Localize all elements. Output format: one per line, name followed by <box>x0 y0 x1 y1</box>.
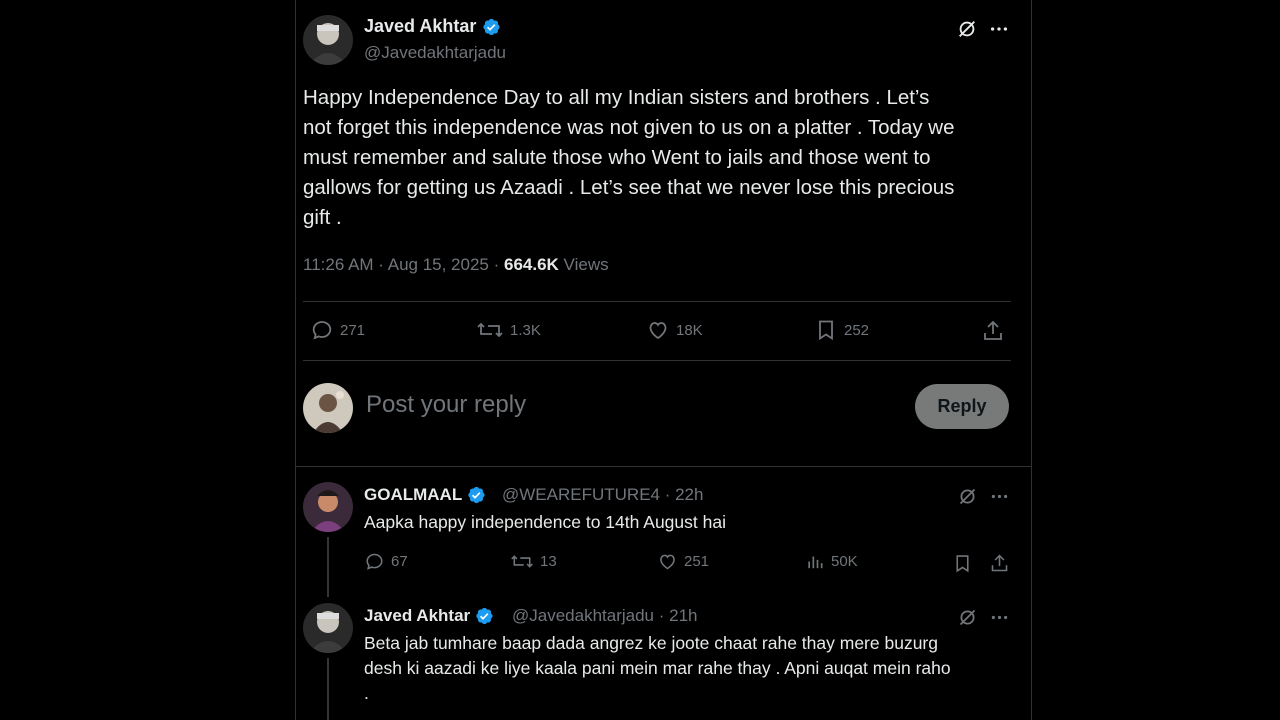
more-icon[interactable] <box>987 17 1011 41</box>
current-user-avatar[interactable] <box>303 383 353 433</box>
reply-author-avatar[interactable] <box>303 482 353 532</box>
like-action[interactable]: 251 <box>657 551 709 572</box>
divider <box>303 301 1011 302</box>
like-count: 251 <box>684 553 710 570</box>
reply-button[interactable]: Reply <box>915 384 1009 429</box>
bookmark-action[interactable]: 252 <box>814 318 869 342</box>
bookmark-icon <box>819 320 833 341</box>
views-action[interactable]: 50K <box>805 551 858 572</box>
tweet-text-line: not forget this independence was not giv… <box>303 116 955 139</box>
verified-badge-icon <box>468 486 485 504</box>
reply-author-name-text: GOALMAAL <box>364 485 463 504</box>
repost-action[interactable]: 13 <box>510 551 557 572</box>
repost-icon <box>477 322 503 338</box>
views-icon <box>808 556 823 569</box>
reply-action[interactable]: 67 <box>364 551 408 572</box>
repost-icon <box>511 555 533 568</box>
reply-author-name[interactable]: Javed Akhtar <box>364 606 494 626</box>
tweet-meta: 11:26 AM · Aug 15, 2025 · 664.6K Views <box>303 255 609 275</box>
more-icon[interactable] <box>987 605 1011 629</box>
share-icon[interactable] <box>987 551 1011 575</box>
tweet-text-line: gift . <box>303 206 342 229</box>
reply-text-line: Beta jab tumhare baap dada angrez ke joo… <box>364 633 938 653</box>
reply-text: Aapka happy independence to 14th August … <box>364 510 726 535</box>
author-avatar[interactable] <box>303 15 353 65</box>
like-icon <box>660 554 675 570</box>
reply-text-line: Aapka happy independence to 14th August … <box>364 512 726 532</box>
tweet-text: Happy Independence Day to all my Indian … <box>303 83 1013 233</box>
views-count: 664.6K <box>504 255 559 274</box>
divider <box>303 360 1011 361</box>
divider <box>296 466 1031 467</box>
grok-icon[interactable] <box>955 484 979 508</box>
verified-badge-icon <box>483 18 500 35</box>
reply-count: 67 <box>391 553 408 570</box>
views-label: Views <box>558 255 609 274</box>
author-name[interactable]: Javed Akhtar <box>364 16 501 37</box>
like-count: 18K <box>676 321 703 339</box>
like-icon <box>649 322 667 340</box>
like-action[interactable]: 18K <box>646 318 703 342</box>
reply-author-avatar[interactable] <box>303 603 353 653</box>
bookmark-icon[interactable] <box>950 551 974 575</box>
bookmark-count: 252 <box>844 321 870 339</box>
author-name-text: Javed Akhtar <box>364 16 477 36</box>
thread-line <box>327 658 329 720</box>
thread-line <box>327 537 329 597</box>
reply-text-line: desh ki aazadi ke liye kaala pani mein m… <box>364 658 951 678</box>
repost-count: 13 <box>540 553 557 570</box>
repost-action[interactable]: 1.3K <box>476 318 541 342</box>
reply-author-meta[interactable]: @WEAREFUTURE4 · 22h <box>502 485 703 505</box>
reply-author-name[interactable]: GOALMAAL <box>364 485 486 505</box>
reply-author-meta[interactable]: @Javedakhtarjadu · 21h <box>512 606 697 626</box>
share-icon[interactable] <box>980 318 1006 344</box>
tweet-text-line: gallows for getting us Azaadi . Let’s se… <box>303 176 955 199</box>
more-icon[interactable] <box>987 484 1011 508</box>
reply-icon <box>312 321 332 340</box>
reply-count: 271 <box>340 321 366 339</box>
repost-count: 1.3K <box>510 321 541 339</box>
reply-text: Beta jab tumhare baap dada angrez ke joo… <box>364 631 951 706</box>
tweet-text-line: must remember and salute those who Went … <box>303 146 931 169</box>
verified-badge-icon <box>476 607 493 625</box>
author-handle[interactable]: @Javedakhtarjadu <box>364 43 506 63</box>
reply-author-name-text: Javed Akhtar <box>364 606 471 625</box>
grok-icon[interactable] <box>955 605 979 629</box>
reply-text-line: . <box>364 683 369 703</box>
tweet-timestamp[interactable]: 11:26 AM · Aug 15, 2025 · <box>303 255 504 274</box>
reply-action[interactable]: 271 <box>310 318 365 342</box>
views-count: 50K <box>831 553 858 570</box>
tweet-text-line: Happy Independence Day to all my Indian … <box>303 86 930 109</box>
reply-input[interactable]: Post your reply <box>366 391 526 419</box>
grok-icon[interactable] <box>955 17 979 41</box>
reply-icon <box>366 553 383 570</box>
